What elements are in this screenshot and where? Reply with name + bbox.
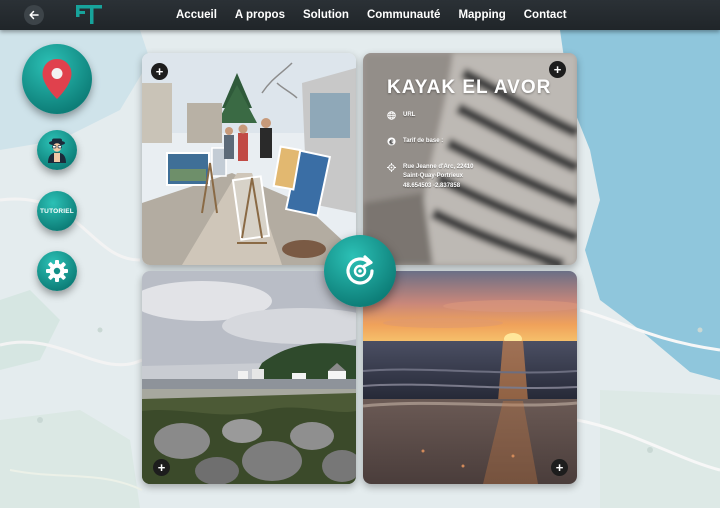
- euro-coin-icon: €: [387, 137, 396, 146]
- info-card-plus-button[interactable]: +: [549, 61, 566, 78]
- sunset-card-plus-button[interactable]: +: [551, 459, 568, 476]
- rocky-beach-cloudy-photo: [142, 271, 356, 484]
- explorer-guide-button[interactable]: [37, 130, 77, 170]
- back-button[interactable]: [24, 5, 44, 25]
- explorer-avatar-icon: [48, 138, 66, 163]
- address-line-1: Rue Jeanne d'Arc, 22410: [403, 164, 474, 170]
- nav-item-contact[interactable]: Contact: [524, 9, 567, 21]
- nav-item-accueil[interactable]: Accueil: [176, 9, 217, 21]
- tarif-label: Tarif de base :: [403, 138, 444, 144]
- market-card-plus-button[interactable]: +: [151, 63, 168, 80]
- market-photo-card[interactable]: +: [142, 53, 356, 265]
- map-pin-icon: [42, 59, 72, 99]
- nav-item-mapping[interactable]: Mapping: [458, 9, 505, 21]
- nav-item-communaute[interactable]: Communauté: [367, 9, 440, 21]
- crosshair-location-icon: [387, 163, 396, 172]
- address-row: Rue Jeanne d'Arc, 22410 Saint-Quay-Portr…: [387, 163, 473, 191]
- gps-coordinates: 48.654503 -2.837858: [403, 183, 461, 189]
- location-button[interactable]: [22, 44, 92, 114]
- beach-photo-card[interactable]: +: [142, 271, 356, 484]
- nav-item-solution[interactable]: Solution: [303, 9, 349, 21]
- globe-icon: [387, 111, 396, 120]
- sunset-photo-card[interactable]: +: [363, 271, 577, 484]
- refresh-eye-icon: [346, 255, 374, 285]
- activity-info-card[interactable]: + KAYAK EL AVOR URL € Tarif de base : Ru…: [363, 53, 577, 265]
- settings-button[interactable]: [37, 251, 77, 291]
- refresh-button[interactable]: [324, 235, 396, 307]
- ft-logo-icon[interactable]: [76, 5, 102, 24]
- gear-icon: [46, 260, 68, 282]
- art-market-street-photo: [142, 53, 356, 265]
- activity-title: KAYAK EL AVOR: [387, 77, 552, 98]
- url-label[interactable]: URL: [403, 111, 415, 120]
- top-navigation-bar: Accueil A propos Solution Communauté Map…: [0, 0, 720, 30]
- tutoriel-button[interactable]: TUTORIEL: [37, 191, 77, 231]
- address-line-2: Saint-Quay-Portrieux: [403, 172, 464, 179]
- main-nav: Accueil A propos Solution Communauté Map…: [176, 0, 585, 30]
- url-row[interactable]: URL: [387, 111, 415, 120]
- nav-item-a-propos[interactable]: A propos: [235, 9, 285, 21]
- svg-text:€: €: [388, 139, 393, 146]
- tarif-row: € Tarif de base :: [387, 137, 443, 146]
- sunset-over-sea-photo: [363, 271, 577, 484]
- arrow-left-icon: [29, 10, 39, 20]
- tutoriel-label: TUTORIEL: [40, 207, 74, 215]
- beach-card-plus-button[interactable]: +: [153, 459, 170, 476]
